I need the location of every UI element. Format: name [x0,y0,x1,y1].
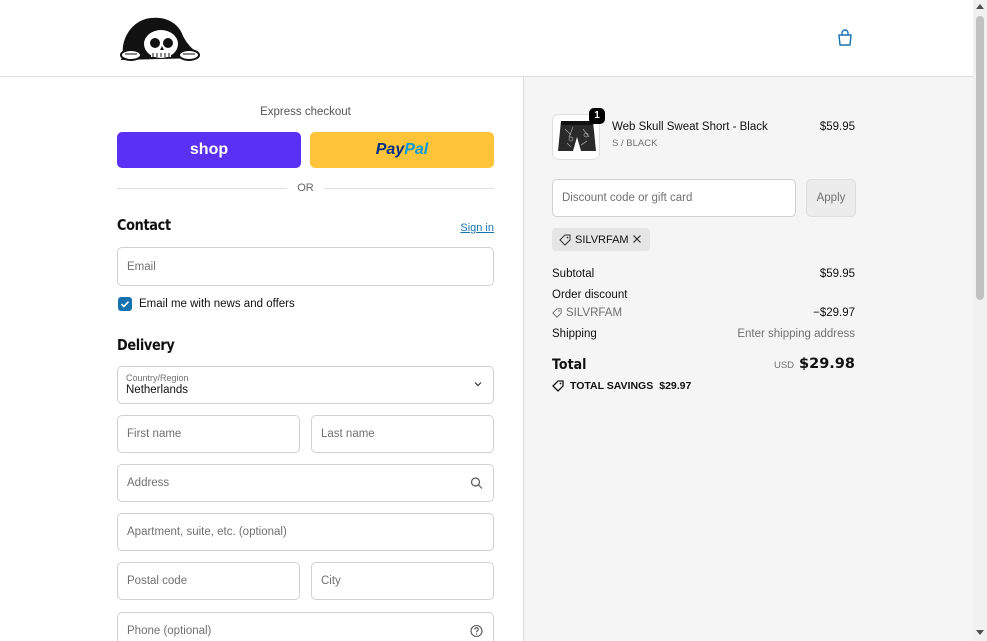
total-label: Total [552,357,587,373]
email-field[interactable]: Email [117,247,494,286]
order-discount-label: Order discount [552,289,628,301]
divider-line [324,188,494,189]
paypal-label-part1: Pay [375,141,405,158]
subtotal-value: $59.95 [819,268,855,280]
shop-pay-button[interactable]: shop [117,132,301,168]
paypal-label-part2: Pal [404,141,429,158]
apartment-placeholder: Apartment, suite, etc. (optional) [127,526,287,538]
product-variant: S / BLACK [612,138,658,149]
product-name: Web Skull Sweat Short - Black [612,121,768,133]
sign-in-link[interactable]: Sign in [430,222,494,234]
apply-discount-button[interactable]: Apply [806,179,856,217]
delivery-heading: Delivery [117,336,175,354]
contact-heading: Contact [117,216,171,234]
applied-code: SILVRFAM [575,233,629,246]
subtotal-label: Subtotal [552,268,595,280]
scrollbar-thumb[interactable] [976,16,984,300]
product-price: $59.95 [819,121,855,133]
first-name-field[interactable]: First name [117,415,300,453]
paypal-button[interactable]: PayPal [310,132,494,168]
discount-code-row: SILVRFAM [552,307,622,319]
skull-hood-logo[interactable] [117,14,201,62]
country-label: Country/Region [126,373,189,383]
help-circle-icon[interactable] [470,624,483,638]
discount-value: −$29.97 [813,307,855,319]
tag-icon [552,308,562,318]
first-name-placeholder: First name [127,428,182,440]
savings-label: TOTAL SAVINGS [570,380,654,392]
address-field[interactable]: Address [117,464,494,502]
last-name-field[interactable]: Last name [311,415,494,453]
express-checkout-label: Express checkout [260,106,351,118]
savings-value: $29.97 [659,380,692,392]
discount-placeholder: Discount code or gift card [562,192,693,204]
tag-icon [552,380,564,392]
or-divider: OR [117,182,494,194]
city-field[interactable]: City [311,562,494,600]
apartment-field[interactable]: Apartment, suite, etc. (optional) [117,513,494,551]
email-placeholder: Email [127,260,156,273]
postal-code-placeholder: Postal code [127,575,188,587]
total-value: $29.98 [799,356,855,372]
shopping-bag-icon[interactable] [836,29,854,47]
phone-field[interactable]: Phone (optional) [117,612,494,641]
discount-code-input[interactable]: Discount code or gift card [552,179,796,217]
last-name-placeholder: Last name [321,428,375,440]
city-placeholder: City [321,575,341,587]
scroll-up-arrow-icon[interactable] [976,4,984,9]
header [0,0,973,77]
search-icon [470,477,483,489]
close-icon[interactable] [632,234,642,244]
newsletter-checkbox[interactable] [118,297,132,311]
total-savings: TOTAL SAVINGS $29.97 [552,380,691,392]
total-currency: USD [773,360,795,371]
chevron-down-icon [474,382,482,387]
address-placeholder: Address [127,477,170,489]
tag-icon [559,234,571,246]
discount-code-label: SILVRFAM [566,307,623,319]
phone-placeholder: Phone (optional) [127,625,212,637]
quantity-badge: 1 [589,108,605,124]
postal-code-field[interactable]: Postal code [117,562,300,600]
total-amount: USD $29.98 [700,356,855,372]
shipping-label: Shipping [552,328,597,340]
country-value: Netherlands [126,384,189,396]
check-icon [120,301,130,308]
scroll-down-arrow-icon[interactable] [976,630,984,635]
newsletter-label: Email me with news and offers [139,298,295,310]
shipping-value: Enter shipping address [737,328,855,340]
